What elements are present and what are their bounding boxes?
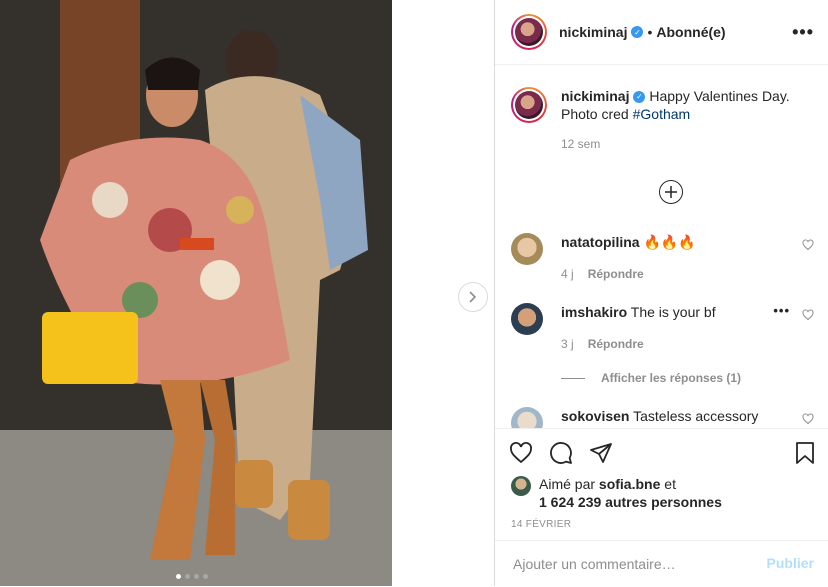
photo-pane bbox=[0, 0, 495, 586]
view-replies-button[interactable]: Afficher les réponses (1) bbox=[561, 371, 741, 385]
caption-hashtag[interactable]: #Gotham bbox=[633, 106, 691, 122]
comment-meta: 4 j Répondre bbox=[561, 267, 644, 281]
share-icon[interactable] bbox=[589, 441, 613, 465]
comment-body: natatopilina 🔥🔥🔥 bbox=[561, 233, 791, 251]
comment-icon[interactable] bbox=[549, 441, 573, 465]
comment-time[interactable]: 3 j bbox=[561, 337, 574, 351]
carousel-dot bbox=[194, 574, 199, 579]
more-options-icon[interactable]: ••• bbox=[792, 22, 814, 43]
comment-text: The is your bf bbox=[630, 304, 716, 320]
commenter-username[interactable]: imshakiro bbox=[561, 304, 627, 320]
view-replies-label: Afficher les réponses (1) bbox=[601, 371, 742, 385]
comment-options-icon[interactable]: ••• bbox=[773, 303, 790, 318]
replies-line bbox=[561, 377, 585, 379]
comment-meta: 3 j Répondre bbox=[561, 337, 644, 351]
carousel-dot-active bbox=[176, 574, 181, 579]
like-comment-icon[interactable] bbox=[802, 239, 814, 251]
like-comment-icon[interactable] bbox=[802, 413, 814, 425]
likes-text: Aimé par sofia.bne et 1 624 239 autres p… bbox=[539, 475, 722, 511]
commenter-username[interactable]: sokovisen bbox=[561, 408, 629, 424]
carousel-indicator bbox=[176, 574, 208, 579]
comment-text: 🔥🔥🔥 bbox=[643, 234, 696, 250]
author-avatar-image bbox=[515, 18, 543, 46]
comment-input[interactable] bbox=[511, 555, 755, 573]
post-photo[interactable] bbox=[0, 0, 392, 586]
post-date[interactable]: 14 FÉVRIER bbox=[511, 519, 571, 530]
comment-time[interactable]: 4 j bbox=[561, 267, 574, 281]
commenter-avatar[interactable] bbox=[511, 303, 543, 335]
add-comment-bar: Publier bbox=[495, 540, 828, 587]
commenter-username[interactable]: natatopilina bbox=[561, 234, 640, 250]
plus-icon bbox=[665, 186, 677, 198]
follow-status[interactable]: Abonné(e) bbox=[656, 24, 725, 40]
verified-badge-icon: ✓ bbox=[631, 26, 644, 38]
author-username[interactable]: nickiminaj bbox=[559, 24, 627, 40]
carousel-dot bbox=[185, 574, 190, 579]
post-header: nickiminaj ✓ • Abonné(e) ••• bbox=[495, 0, 828, 65]
next-photo-button[interactable] bbox=[458, 282, 488, 312]
action-icons bbox=[509, 441, 613, 465]
comment-body: imshakiro The is your bf bbox=[561, 303, 791, 321]
liker-avatar[interactable] bbox=[511, 476, 531, 496]
post-caption: nickiminaj ✓ Happy Valentines Day. Photo … bbox=[511, 87, 811, 153]
comments-list[interactable]: nickiminaj ✓ Happy Valentines Day. Photo … bbox=[495, 65, 828, 428]
caption-time[interactable]: 12 sem bbox=[561, 135, 811, 153]
like-comment-icon[interactable] bbox=[802, 309, 814, 321]
chevron-right-icon bbox=[469, 291, 477, 303]
caption-username[interactable]: nickiminaj bbox=[561, 88, 629, 104]
verified-badge-icon: ✓ bbox=[633, 91, 646, 104]
comment-body: sokovisen Tasteless accessory bbox=[561, 407, 791, 425]
comment-text: Tasteless accessory bbox=[633, 408, 759, 424]
reply-button[interactable]: Répondre bbox=[588, 337, 644, 351]
caption-avatar-image bbox=[515, 91, 543, 119]
header-separator: • bbox=[647, 24, 653, 40]
like-icon[interactable] bbox=[509, 441, 533, 465]
post-side-panel: nickiminaj ✓ • Abonné(e) ••• nickiminaj ✓… bbox=[495, 0, 828, 586]
caption-avatar[interactable] bbox=[511, 87, 547, 123]
publish-button[interactable]: Publier bbox=[767, 555, 814, 571]
photo-illustration bbox=[0, 0, 392, 586]
reply-button[interactable]: Répondre bbox=[588, 267, 644, 281]
load-more-comments-button[interactable] bbox=[659, 180, 683, 204]
likes-prefix: Aimé par bbox=[539, 476, 599, 492]
commenter-avatar[interactable] bbox=[511, 233, 543, 265]
carousel-dot bbox=[203, 574, 208, 579]
likes-summary: Aimé par sofia.bne et 1 624 239 autres p… bbox=[511, 475, 722, 511]
caption-text: nickiminaj ✓ Happy Valentines Day. Photo … bbox=[561, 87, 811, 153]
liker-username[interactable]: sofia.bne bbox=[599, 476, 660, 492]
author-avatar[interactable] bbox=[511, 14, 547, 50]
likes-conj: et bbox=[660, 476, 676, 492]
commenter-avatar[interactable] bbox=[511, 407, 543, 428]
likes-count[interactable]: 1 624 239 autres personnes bbox=[539, 494, 722, 510]
post-actions: Aimé par sofia.bne et 1 624 239 autres p… bbox=[495, 428, 828, 530]
bookmark-icon[interactable] bbox=[794, 441, 816, 465]
